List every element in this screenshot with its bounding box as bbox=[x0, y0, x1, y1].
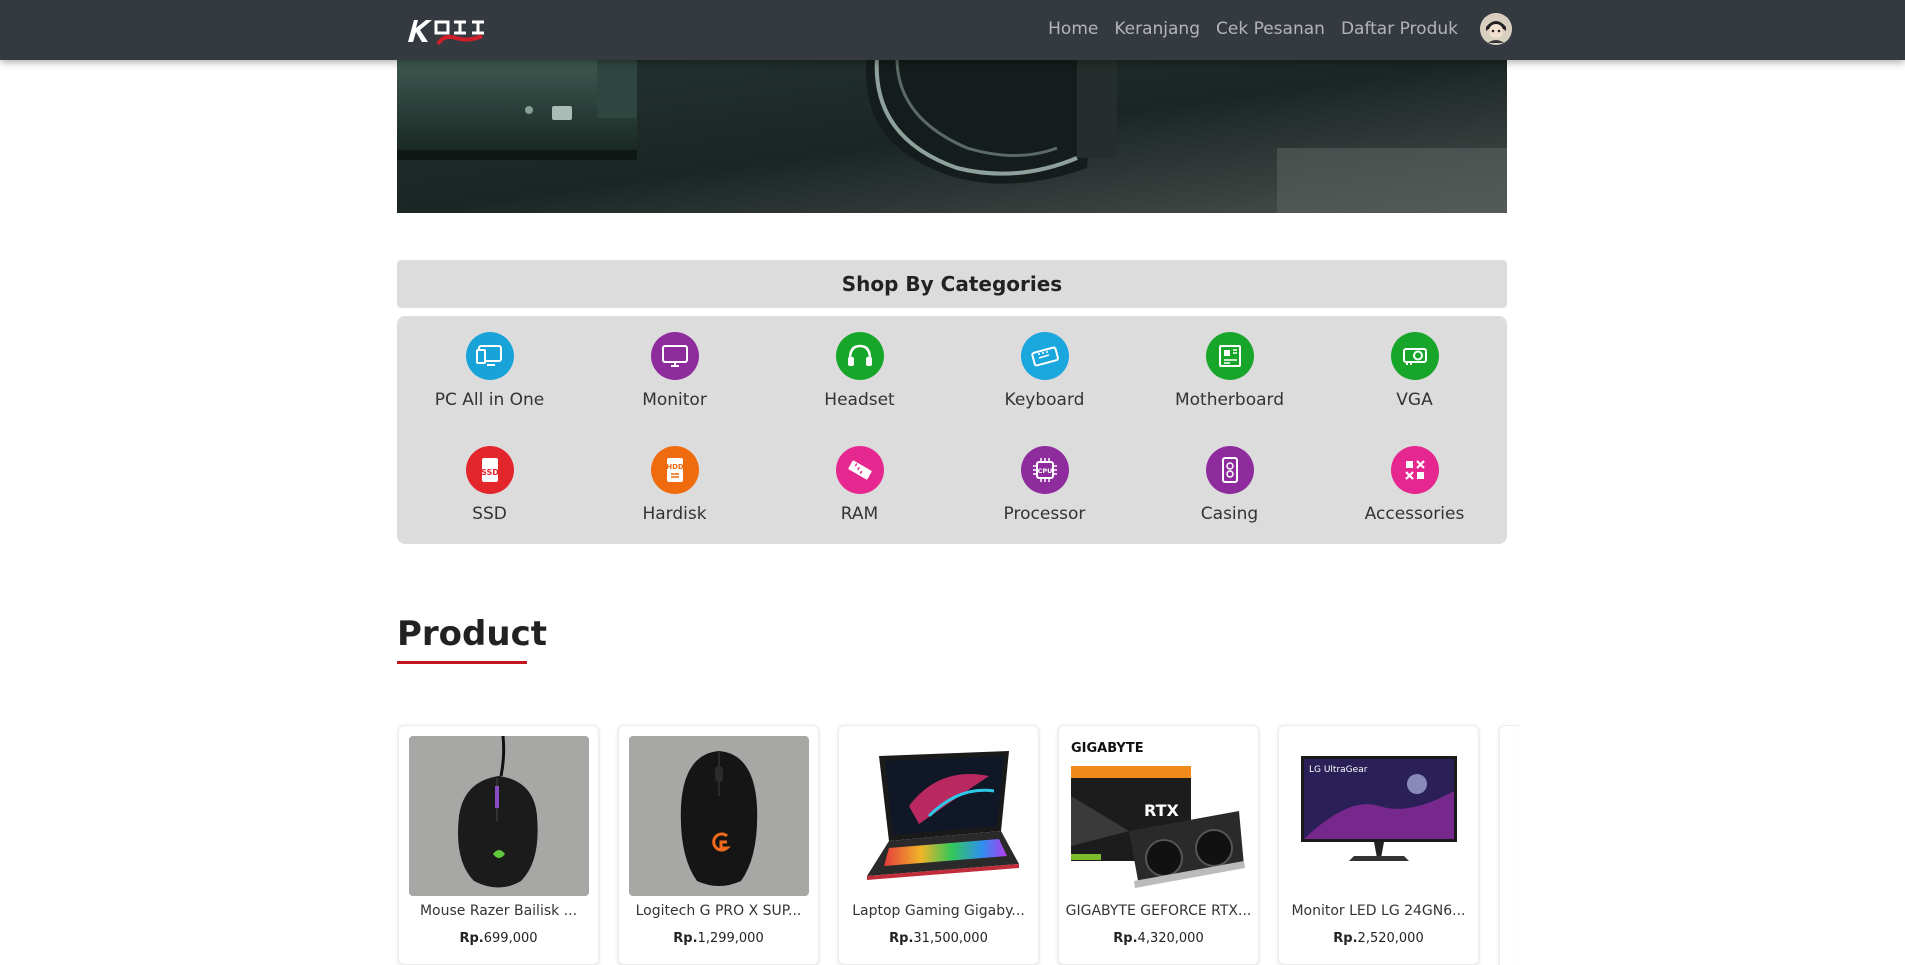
price-value: 31,500,000 bbox=[913, 931, 988, 946]
vga-icon bbox=[1390, 332, 1439, 380]
navbar: Home Keranjang Cek Pesanan Daftar Produk bbox=[0, 0, 1905, 60]
category-ssd[interactable]: SSD SSD bbox=[397, 446, 582, 546]
price-currency: Rp. bbox=[889, 931, 914, 946]
product-image[interactable]: GIGABYTE RTX bbox=[1069, 736, 1249, 896]
svg-text:HDD: HDD bbox=[666, 463, 684, 471]
hardisk-icon: HDD bbox=[650, 446, 699, 494]
product-name[interactable]: Laptop Gaming Gigaby... bbox=[845, 903, 1032, 919]
price-value: 4,320,000 bbox=[1137, 931, 1204, 946]
price-currency: Rp. bbox=[673, 931, 698, 946]
pc-all-in-one-icon bbox=[465, 332, 514, 380]
price-value: 1,299,000 bbox=[697, 931, 764, 946]
svg-text:RTX: RTX bbox=[1144, 801, 1180, 820]
category-label: Monitor bbox=[642, 390, 707, 410]
product-image[interactable] bbox=[409, 736, 589, 896]
svg-text:SSD: SSD bbox=[481, 468, 499, 477]
category-label: Casing bbox=[1200, 504, 1259, 524]
lg-ultragear-text: LG UltraGear bbox=[1309, 765, 1368, 775]
product-card[interactable]: GIGABYTE RTX GIGABYTE GEFORCE RTX... Rp.… bbox=[1058, 725, 1259, 965]
product-image[interactable] bbox=[629, 736, 809, 896]
product-image[interactable]: LG UltraGear bbox=[1289, 736, 1469, 896]
ram-icon bbox=[835, 446, 884, 494]
category-monitor[interactable]: Monitor bbox=[582, 332, 767, 432]
hero-banner bbox=[397, 58, 1507, 213]
monitor-icon bbox=[650, 332, 699, 380]
product-card[interactable]: LG UltraGear Monitor LED LG 24GN6... Rp.… bbox=[1278, 725, 1479, 965]
nav-home[interactable]: Home bbox=[1048, 19, 1098, 39]
category-pc-all-in-one[interactable]: PC All in One bbox=[397, 332, 582, 432]
category-label: Motherboard bbox=[1174, 390, 1285, 410]
price-currency: Rp. bbox=[459, 931, 484, 946]
accessories-icon bbox=[1390, 446, 1439, 494]
price-currency: Rp. bbox=[1333, 931, 1358, 946]
ssd-icon: SSD bbox=[465, 446, 514, 494]
category-accessories[interactable]: Accessories bbox=[1322, 446, 1507, 546]
categories-header: Shop By Categories bbox=[397, 260, 1507, 308]
category-label: RAM bbox=[840, 504, 879, 524]
category-label: Processor bbox=[1003, 504, 1086, 524]
section-title-underline bbox=[397, 661, 527, 664]
category-label: PC All in One bbox=[434, 390, 545, 410]
nav-keranjang[interactable]: Keranjang bbox=[1114, 19, 1200, 39]
headset-icon bbox=[835, 332, 884, 380]
category-label: Headset bbox=[824, 390, 895, 410]
category-label: VGA bbox=[1396, 390, 1433, 410]
product-card-partial[interactable] bbox=[1499, 725, 1519, 965]
category-label: SSD bbox=[472, 504, 507, 524]
product-name[interactable]: GIGABYTE GEFORCE RTX... bbox=[1065, 903, 1252, 919]
processor-icon: CPU bbox=[1020, 446, 1069, 494]
product-price: Rp.2,520,000 bbox=[1279, 931, 1478, 946]
category-ram[interactable]: RAM bbox=[767, 446, 952, 546]
category-label: Accessories bbox=[1364, 504, 1465, 524]
product-card[interactable]: Logitech G PRO X SUP... Rp.1,299,000 bbox=[618, 725, 819, 965]
price-value: 2,520,000 bbox=[1357, 931, 1424, 946]
product-image[interactable] bbox=[849, 736, 1029, 896]
categories-panel: PC All in One Monitor Headset Keyboard M… bbox=[397, 316, 1507, 544]
nav-cek-pesanan[interactable]: Cek Pesanan bbox=[1216, 19, 1325, 39]
hero-image bbox=[397, 58, 1507, 213]
nav-links: Home Keranjang Cek Pesanan Daftar Produk bbox=[1048, 0, 1512, 58]
keyboard-icon bbox=[1020, 332, 1069, 380]
category-label: Hardisk bbox=[642, 504, 707, 524]
brand-logo[interactable] bbox=[404, 14, 508, 46]
price-value: 699,000 bbox=[483, 931, 538, 946]
casing-icon bbox=[1205, 446, 1254, 494]
product-price: Rp.699,000 bbox=[399, 931, 598, 946]
category-processor[interactable]: CPU Processor bbox=[952, 446, 1137, 546]
category-label: Keyboard bbox=[1004, 390, 1085, 410]
category-hardisk[interactable]: HDD Hardisk bbox=[582, 446, 767, 546]
product-name[interactable]: Monitor LED LG 24GN6... bbox=[1285, 903, 1472, 919]
product-price: Rp.1,299,000 bbox=[619, 931, 818, 946]
product-section-title: Product bbox=[397, 614, 547, 654]
category-vga[interactable]: VGA bbox=[1322, 332, 1507, 432]
category-keyboard[interactable]: Keyboard bbox=[952, 332, 1137, 432]
product-name[interactable]: Mouse Razer Bailisk ... bbox=[405, 903, 592, 919]
user-avatar[interactable] bbox=[1480, 13, 1512, 45]
category-casing[interactable]: Casing bbox=[1137, 446, 1322, 546]
motherboard-icon bbox=[1205, 332, 1254, 380]
gigabyte-logo-text: GIGABYTE bbox=[1071, 741, 1144, 756]
product-card[interactable]: Laptop Gaming Gigaby... Rp.31,500,000 bbox=[838, 725, 1039, 965]
category-headset[interactable]: Headset bbox=[767, 332, 952, 432]
category-motherboard[interactable]: Motherboard bbox=[1137, 332, 1322, 432]
price-currency: Rp. bbox=[1113, 931, 1138, 946]
product-price: Rp.31,500,000 bbox=[839, 931, 1038, 946]
product-name[interactable]: Logitech G PRO X SUP... bbox=[625, 903, 812, 919]
svg-text:CPU: CPU bbox=[1037, 467, 1052, 475]
product-price: Rp.4,320,000 bbox=[1059, 931, 1258, 946]
product-card[interactable]: Mouse Razer Bailisk ... Rp.699,000 bbox=[398, 725, 599, 965]
nav-daftar-produk[interactable]: Daftar Produk bbox=[1341, 19, 1458, 39]
